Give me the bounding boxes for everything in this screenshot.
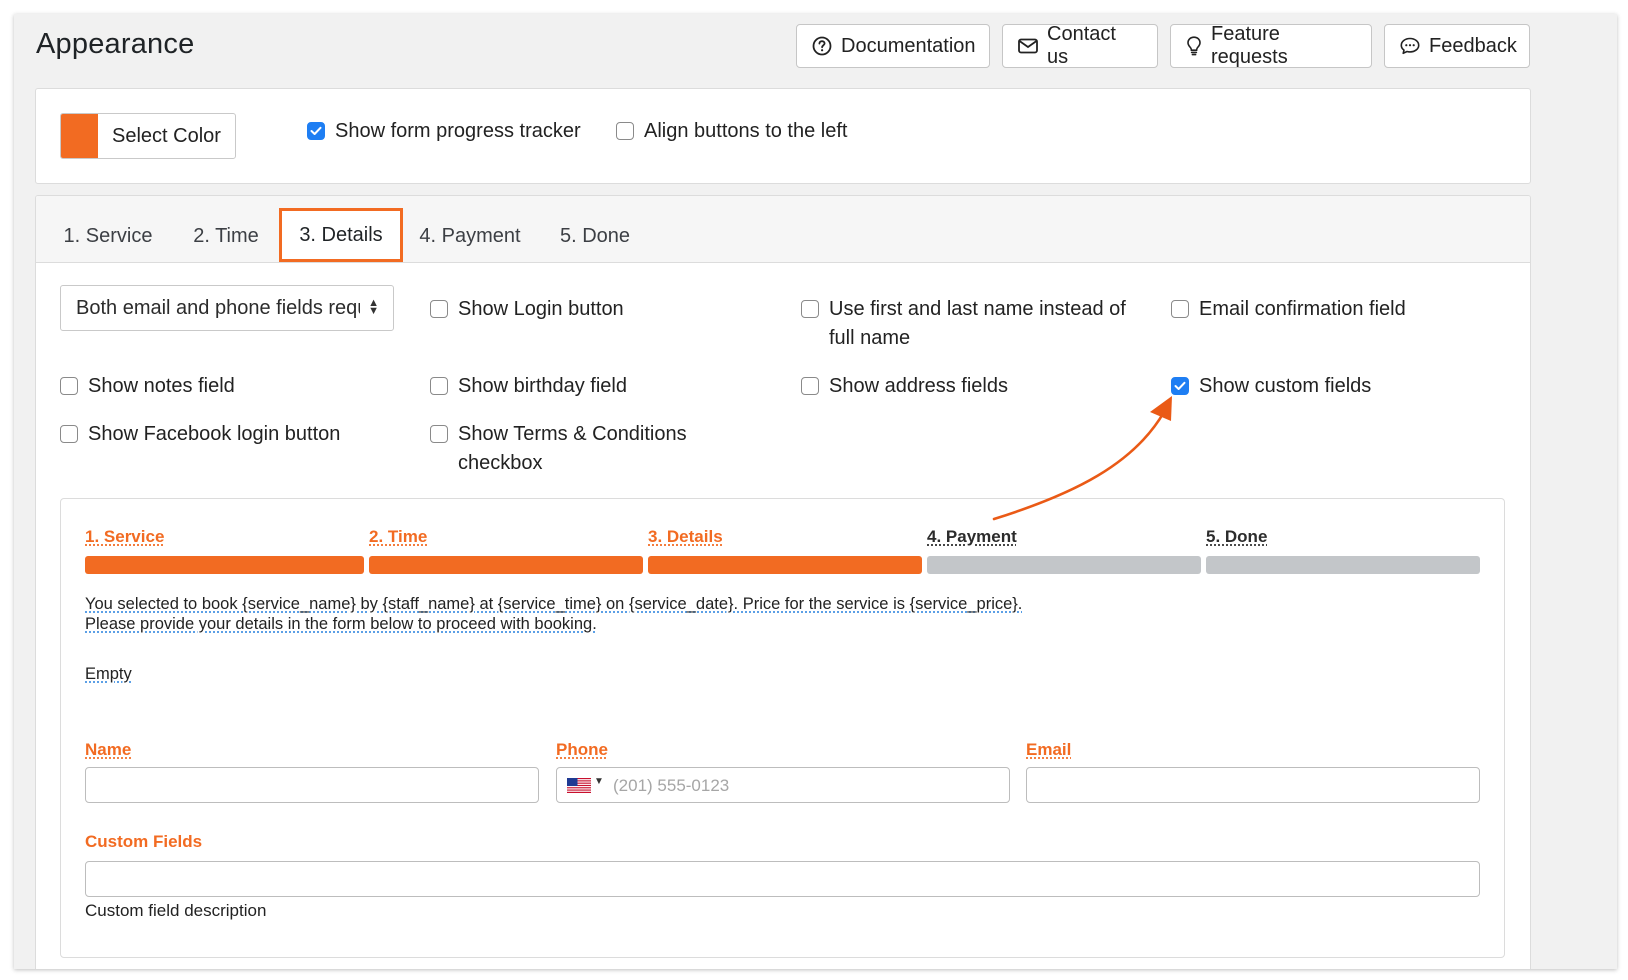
checkbox-label: Show notes field	[88, 375, 235, 397]
show-custom-fields-checkbox[interactable]: Show custom fields	[1171, 372, 1371, 401]
progress-step-label: 5. Done	[1206, 527, 1268, 546]
email-field-label: Email	[1026, 740, 1072, 759]
us-flag-icon[interactable]	[567, 778, 591, 793]
documentation-label: Documentation	[841, 34, 976, 57]
tab-done[interactable]: 5. Done	[546, 210, 644, 262]
checkbox-checked-icon[interactable]	[1171, 377, 1189, 395]
required-fields-select-value: Both email and phone fields required	[76, 296, 360, 319]
show-birthday-field-checkbox[interactable]: Show birthday field	[430, 372, 627, 401]
contact-us-button[interactable]: Contact us	[1002, 23, 1158, 68]
question-circle-icon	[812, 36, 832, 56]
checkbox-unchecked-icon[interactable]	[430, 377, 448, 395]
step-settings-panel: 1. Service 2. Time 3. Details 4. Payment…	[35, 195, 1531, 969]
phone-field-label: Phone	[556, 740, 608, 759]
feedback-label: Feedback	[1429, 34, 1517, 57]
general-settings-panel: Select Color Show form progress tracker …	[35, 88, 1531, 184]
progress-bar-segment	[927, 556, 1201, 574]
first-last-name-checkbox[interactable]: Use first and last name instead of full …	[801, 295, 1131, 353]
show-login-button-checkbox[interactable]: Show Login button	[430, 295, 624, 324]
tab-details[interactable]: 3. Details	[279, 208, 403, 262]
name-input[interactable]	[85, 767, 539, 803]
show-terms-checkbox[interactable]: Show Terms & Conditions checkbox	[430, 420, 710, 478]
checkbox-label: Show Login button	[458, 298, 624, 320]
checkbox-label: Show Facebook login button	[88, 423, 341, 445]
lightbulb-icon	[1187, 36, 1201, 56]
tab-time[interactable]: 2. Time	[178, 210, 274, 262]
page-title: Appearance	[36, 28, 195, 60]
checkbox-unchecked-icon[interactable]	[801, 300, 819, 318]
align-buttons-left-label: Align buttons to the left	[644, 120, 848, 142]
contact-us-label: Contact us	[1047, 23, 1116, 68]
booking-info-text: Please provide your details in the form …	[85, 615, 597, 633]
progress-step-label: 1. Service	[85, 527, 165, 546]
booking-form-preview: 1. Service 2. Time 3. Details 4. Payment…	[60, 498, 1505, 958]
chevron-down-icon[interactable]: ▼	[594, 776, 604, 787]
select-color-button[interactable]: Select Color	[60, 113, 236, 159]
show-address-fields-checkbox[interactable]: Show address fields	[801, 372, 1008, 401]
chat-bubble-icon	[1400, 37, 1420, 55]
checkbox-unchecked-icon[interactable]	[616, 122, 634, 140]
checkbox-unchecked-icon[interactable]	[430, 425, 448, 443]
checkbox-label: Show custom fields	[1199, 375, 1372, 397]
progress-step-label: 4. Payment	[927, 527, 1017, 546]
checkbox-checked-icon[interactable]	[307, 122, 325, 140]
feature-requests-label: Feature requests	[1211, 23, 1288, 68]
checkbox-unchecked-icon[interactable]	[60, 425, 78, 443]
checkbox-label: Show Terms & Conditions checkbox	[458, 423, 687, 474]
show-progress-tracker-checkbox[interactable]: Show form progress tracker	[307, 117, 581, 146]
checkbox-unchecked-icon[interactable]	[801, 377, 819, 395]
tab-payment[interactable]: 4. Payment	[408, 210, 532, 262]
name-field-label: Name	[85, 740, 132, 759]
email-confirmation-checkbox[interactable]: Email confirmation field	[1171, 295, 1406, 324]
progress-bar-segment	[1206, 556, 1480, 574]
email-input[interactable]	[1026, 767, 1480, 803]
feature-requests-button[interactable]: Feature requests	[1170, 23, 1372, 68]
tab-service[interactable]: 1. Service	[53, 210, 163, 262]
progress-step-label: 2. Time	[369, 527, 428, 546]
documentation-button[interactable]: Documentation	[796, 24, 990, 68]
feedback-button[interactable]: Feedback	[1384, 24, 1530, 68]
show-notes-field-checkbox[interactable]: Show notes field	[60, 372, 235, 401]
progress-bar-segment	[648, 556, 922, 574]
show-progress-tracker-label: Show form progress tracker	[335, 120, 581, 142]
envelope-icon	[1018, 38, 1038, 54]
custom-field-description: Custom field description	[85, 901, 267, 920]
step-tabs: 1. Service 2. Time 3. Details 4. Payment…	[36, 196, 1530, 263]
app-window: Appearance Documentation Contact us Feat…	[14, 14, 1617, 969]
align-buttons-left-checkbox[interactable]: Align buttons to the left	[616, 117, 847, 146]
progress-bar-segment	[85, 556, 364, 574]
checkbox-label: Show birthday field	[458, 375, 627, 397]
custom-field-input[interactable]	[85, 861, 1480, 897]
progress-step-label: 3. Details	[648, 527, 723, 546]
checkbox-label: Use first and last name instead of full …	[829, 298, 1126, 349]
show-facebook-login-checkbox[interactable]: Show Facebook login button	[60, 420, 340, 449]
select-color-label: Select Color	[112, 124, 221, 147]
empty-text: Empty	[85, 665, 132, 683]
checkbox-unchecked-icon[interactable]	[60, 377, 78, 395]
checkbox-label: Show address fields	[829, 375, 1008, 397]
phone-input[interactable]: ▼ (201) 555-0123	[556, 767, 1010, 803]
progress-bar-segment	[369, 556, 643, 574]
booking-info-text: You selected to book {service_name} by {…	[85, 595, 1023, 613]
phone-placeholder: (201) 555-0123	[613, 776, 730, 795]
checkbox-unchecked-icon[interactable]	[1171, 300, 1189, 318]
select-arrows-icon: ▲ ▼	[368, 297, 379, 317]
custom-fields-label: Custom Fields	[85, 832, 203, 851]
color-swatch[interactable]	[61, 114, 98, 158]
required-fields-select[interactable]: Both email and phone fields required ▲▼	[60, 285, 394, 331]
checkbox-label: Email confirmation field	[1199, 298, 1406, 320]
checkbox-unchecked-icon[interactable]	[430, 300, 448, 318]
